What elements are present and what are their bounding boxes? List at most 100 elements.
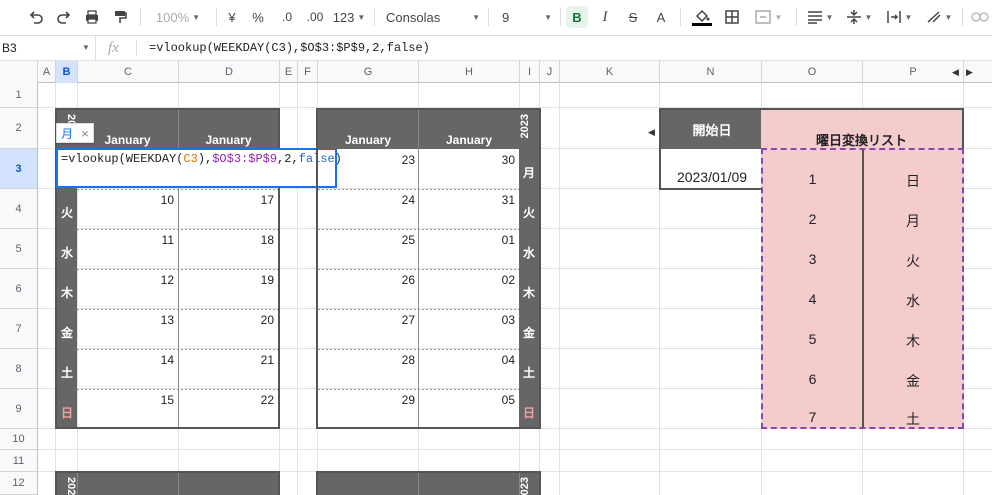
font-select[interactable]: Consolas ▼ bbox=[386, 6, 480, 28]
row-header[interactable]: 6 bbox=[0, 269, 37, 309]
undo-icon[interactable] bbox=[24, 6, 48, 28]
number-format-select[interactable]: 123 ▼ bbox=[332, 6, 366, 28]
list-weekday[interactable]: 金 bbox=[864, 371, 962, 391]
align-horizontal-icon[interactable]: ▼ bbox=[804, 6, 836, 28]
font-size-select[interactable]: 9 ▼ bbox=[498, 6, 552, 28]
column-header[interactable]: P bbox=[863, 61, 964, 83]
list-number[interactable]: 5 bbox=[763, 331, 862, 347]
date-cell[interactable]: 12 bbox=[77, 273, 174, 287]
bold-button[interactable]: B bbox=[566, 6, 588, 28]
date-cell[interactable]: 31 bbox=[419, 193, 515, 207]
start-date-value[interactable]: 2023/01/09 bbox=[661, 169, 763, 185]
italic-button[interactable]: I bbox=[594, 6, 616, 28]
merge-cells-icon[interactable]: ▼ bbox=[748, 6, 788, 28]
date-cell[interactable]: 17 bbox=[179, 193, 274, 207]
fill-color-icon[interactable] bbox=[690, 6, 714, 28]
formula-input[interactable]: =vlookup(WEEKDAY(C3),$O$3:$P$9,2,false) bbox=[149, 36, 430, 60]
close-icon[interactable]: × bbox=[81, 126, 89, 141]
redo-icon[interactable] bbox=[52, 6, 76, 28]
list-weekday[interactable]: 火 bbox=[864, 251, 962, 271]
print-icon[interactable] bbox=[80, 6, 104, 28]
name-box[interactable]: B3 ▼ bbox=[0, 36, 96, 60]
column-header[interactable]: N bbox=[660, 61, 762, 83]
list-number[interactable]: 4 bbox=[763, 291, 862, 307]
autocomplete-chip[interactable]: 月 × bbox=[56, 123, 94, 143]
date-cell[interactable]: 11 bbox=[77, 233, 174, 247]
column-header[interactable]: E bbox=[280, 61, 298, 83]
date-cell[interactable]: 15 bbox=[77, 393, 174, 407]
column-header[interactable]: D bbox=[179, 61, 280, 83]
date-cell[interactable]: 18 bbox=[179, 233, 274, 247]
sheet-grid[interactable]: January January 2023 火 水 木 金 土 日 10 11 1… bbox=[38, 83, 992, 495]
row-header[interactable]: 12 bbox=[0, 472, 37, 495]
list-number[interactable]: 7 bbox=[763, 409, 862, 425]
date-cell[interactable]: 14 bbox=[77, 353, 174, 367]
row-header[interactable]: 4 bbox=[0, 189, 37, 229]
list-weekday[interactable]: 土 bbox=[864, 409, 962, 429]
text-wrap-icon[interactable]: ▼ bbox=[882, 6, 916, 28]
cell-editor[interactable]: =vlookup(WEEKDAY(C3),$O$3:$P$9,2,false) bbox=[56, 148, 342, 188]
list-number[interactable]: 3 bbox=[763, 251, 862, 267]
column-header[interactable]: G bbox=[318, 61, 419, 83]
row-header[interactable]: 3 bbox=[0, 149, 37, 189]
column-header[interactable]: I bbox=[520, 61, 540, 83]
list-weekday[interactable]: 月 bbox=[864, 211, 962, 231]
date-cell[interactable]: 19 bbox=[179, 273, 274, 287]
row-header[interactable]: 1 bbox=[0, 83, 37, 108]
date-cell[interactable]: 27 bbox=[318, 313, 415, 327]
row-header[interactable]: 8 bbox=[0, 349, 37, 389]
date-cell[interactable]: 22 bbox=[179, 393, 274, 407]
column-header[interactable]: H bbox=[419, 61, 520, 83]
date-cell[interactable]: 29 bbox=[318, 393, 415, 407]
list-weekday[interactable]: 日 bbox=[864, 171, 962, 191]
row-header[interactable]: 2 bbox=[0, 108, 37, 149]
paint-format-icon[interactable] bbox=[108, 6, 132, 28]
hidden-columns-left-arrow[interactable]: ◀ bbox=[952, 67, 959, 78]
link-icon[interactable] bbox=[968, 6, 992, 28]
date-cell[interactable]: 30 bbox=[419, 153, 515, 167]
date-cell[interactable]: 01 bbox=[419, 233, 515, 247]
align-vertical-icon[interactable]: ▼ bbox=[842, 6, 876, 28]
row-header[interactable]: 7 bbox=[0, 309, 37, 349]
date-cell[interactable]: 05 bbox=[419, 393, 515, 407]
date-cell[interactable]: 04 bbox=[419, 353, 515, 367]
row-header[interactable]: 10 bbox=[0, 429, 37, 450]
column-header[interactable]: J bbox=[540, 61, 560, 83]
row-header[interactable]: 9 bbox=[0, 389, 37, 429]
column-header[interactable]: O bbox=[762, 61, 863, 83]
text-color-button[interactable]: A bbox=[650, 6, 672, 28]
increase-decimal-button[interactable]: .00 bbox=[302, 6, 328, 28]
date-cell[interactable]: 03 bbox=[419, 313, 515, 327]
list-number[interactable]: 1 bbox=[763, 171, 862, 187]
date-cell[interactable]: 02 bbox=[419, 273, 515, 287]
list-weekday[interactable]: 木 bbox=[864, 331, 962, 351]
date-cell[interactable]: 20 bbox=[179, 313, 274, 327]
hidden-columns-right-arrow[interactable]: ▶ bbox=[966, 67, 973, 78]
list-number[interactable]: 6 bbox=[763, 371, 862, 387]
list-weekday[interactable]: 水 bbox=[864, 291, 962, 311]
date-cell[interactable]: 10 bbox=[77, 193, 174, 207]
percent-button[interactable]: % bbox=[248, 6, 268, 28]
text-rotation-icon[interactable]: ▼ bbox=[922, 6, 956, 28]
column-header[interactable]: F bbox=[298, 61, 318, 83]
currency-button[interactable]: ¥ bbox=[222, 6, 242, 28]
select-all-corner[interactable] bbox=[0, 61, 38, 83]
date-cell[interactable]: 13 bbox=[77, 313, 174, 327]
date-cell[interactable]: 25 bbox=[318, 233, 415, 247]
date-cell[interactable]: 21 bbox=[179, 353, 274, 367]
weekday-list-range[interactable]: 1 2 3 4 5 6 7 日 月 火 水 木 金 土 bbox=[761, 148, 964, 429]
date-cell[interactable]: 23 bbox=[318, 153, 415, 167]
date-cell[interactable]: 28 bbox=[318, 353, 415, 367]
row-header[interactable]: 11 bbox=[0, 450, 37, 472]
zoom-select[interactable]: 100% ▼ bbox=[150, 6, 206, 28]
column-header[interactable]: A bbox=[38, 61, 56, 83]
borders-icon[interactable] bbox=[720, 6, 744, 28]
date-cell[interactable]: 24 bbox=[318, 193, 415, 207]
strikethrough-button[interactable]: S bbox=[622, 6, 644, 28]
list-number[interactable]: 2 bbox=[763, 211, 862, 227]
decrease-decimal-button[interactable]: .0 bbox=[276, 6, 298, 28]
column-header[interactable]: B bbox=[56, 61, 78, 83]
row-header[interactable]: 5 bbox=[0, 229, 37, 269]
column-header[interactable]: C bbox=[78, 61, 179, 83]
date-cell[interactable]: 26 bbox=[318, 273, 415, 287]
